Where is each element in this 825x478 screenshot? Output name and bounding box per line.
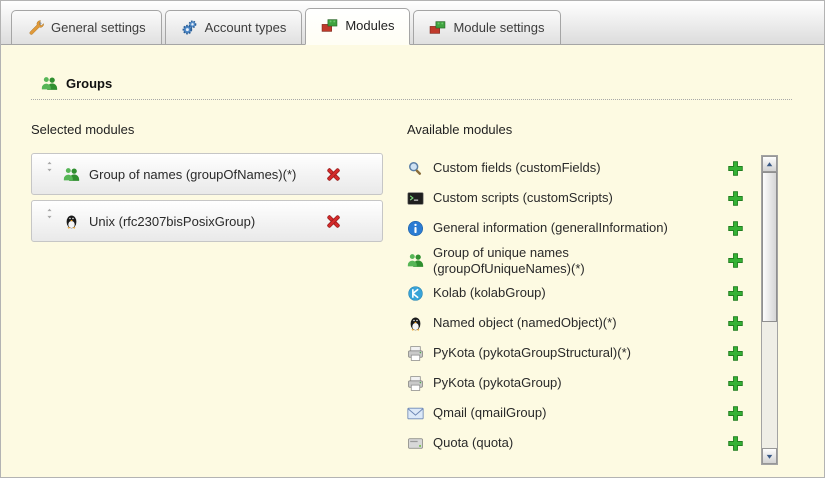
selected-modules-heading: Selected modules: [31, 122, 383, 137]
selected-module-unix[interactable]: Unix (rfc2307bisPosixGroup): [31, 200, 383, 242]
selected-module-label: Group of names (groupOfNames)(*): [89, 167, 325, 182]
lam-config-window: General settings Account types Modules: [0, 0, 825, 478]
add-module-icon[interactable]: [727, 315, 744, 332]
available-module-custom-fields: Custom fields (customFields): [407, 153, 750, 183]
tux-icon: [63, 213, 80, 230]
add-module-icon[interactable]: [727, 220, 744, 237]
available-modules-list: Custom fields (customFields) Cu: [407, 153, 750, 458]
selected-module-label: Unix (rfc2307bisPosixGroup): [89, 214, 325, 229]
groups-section-header: Groups: [31, 75, 792, 100]
available-modules-heading: Available modules: [407, 122, 792, 137]
available-module-label: Custom scripts (customScripts): [433, 190, 727, 206]
available-module-label: Group of unique names (groupOfUniqueName…: [433, 245, 727, 276]
scrollbar-track[interactable]: [761, 155, 778, 465]
available-module-label: Named object (namedObject)(*): [433, 315, 727, 331]
available-module-label: PyKota (pykotaGroup): [433, 375, 727, 391]
kolab-icon: [407, 285, 424, 302]
add-module-icon[interactable]: [727, 375, 744, 392]
tab-general-settings[interactable]: General settings: [11, 10, 162, 44]
selected-module-group-of-names[interactable]: Group of names (groupOfNames)(*): [31, 153, 383, 195]
scrollbar-thumb[interactable]: [762, 172, 777, 322]
add-module-icon[interactable]: [727, 405, 744, 422]
terminal-icon: [407, 190, 424, 207]
available-module-pykota-structural: PyKota (pykotaGroupStructural)(*): [407, 338, 750, 368]
available-module-group-of-unique-names: Group of unique names (groupOfUniqueName…: [407, 243, 750, 278]
page-title: Groups: [66, 76, 112, 91]
add-module-icon[interactable]: [727, 190, 744, 207]
remove-module-icon[interactable]: [325, 213, 342, 230]
available-module-pykota: PyKota (pykotaGroup): [407, 368, 750, 398]
tab-module-settings[interactable]: Module settings: [413, 10, 560, 44]
available-module-custom-scripts: Custom scripts (customScripts): [407, 183, 750, 213]
harddrive-icon: [407, 435, 424, 452]
tab-account-types[interactable]: Account types: [165, 10, 303, 44]
scrollbar-down-button[interactable]: [762, 448, 777, 464]
tab-label: Account types: [205, 20, 287, 35]
drag-handle-icon[interactable]: [44, 160, 55, 173]
available-module-general-information: General information (generalInformation): [407, 213, 750, 243]
add-module-icon[interactable]: [727, 252, 744, 269]
tab-bar: General settings Account types Modules: [1, 1, 824, 45]
available-module-label: Custom fields (customFields): [433, 160, 727, 176]
remove-module-icon[interactable]: [325, 166, 342, 183]
modules-columns: Selected modules Group of names (groupOf…: [31, 122, 792, 465]
available-module-quota: Quota (quota): [407, 428, 750, 458]
available-module-qmail: Qmail (qmailGroup): [407, 398, 750, 428]
tab-label: Module settings: [453, 20, 544, 35]
tab-modules[interactable]: Modules: [305, 8, 410, 45]
selected-modules-column: Selected modules Group of names (groupOf…: [31, 122, 383, 465]
available-module-label: General information (generalInformation): [433, 220, 727, 236]
available-module-label: Kolab (kolabGroup): [433, 285, 727, 301]
tools-icon: [27, 19, 44, 36]
modules-icon: [429, 19, 446, 36]
printer-icon: [407, 345, 424, 362]
tab-label: General settings: [51, 20, 146, 35]
group-icon: [41, 75, 58, 92]
group-icon: [63, 166, 80, 183]
content-panel: Groups Selected modules Group of name: [1, 45, 824, 477]
available-module-named-object: Named object (namedObject)(*): [407, 308, 750, 338]
group-icon: [407, 252, 424, 269]
arrow-up-icon: [765, 160, 774, 169]
mail-icon: [407, 405, 424, 422]
tab-label: Modules: [345, 18, 394, 33]
add-module-icon[interactable]: [727, 285, 744, 302]
add-module-icon[interactable]: [727, 160, 744, 177]
info-icon: [407, 220, 424, 237]
magnifier-icon: [407, 160, 424, 177]
available-module-label: Qmail (qmailGroup): [433, 405, 727, 421]
available-module-label: Quota (quota): [433, 435, 727, 451]
printer-icon: [407, 375, 424, 392]
available-module-kolab: Kolab (kolabGroup): [407, 278, 750, 308]
tux-icon: [407, 315, 424, 332]
add-module-icon[interactable]: [727, 345, 744, 362]
available-modules-column: Available modules Custom fields (customF…: [407, 122, 792, 465]
drag-handle-icon[interactable]: [44, 207, 55, 220]
available-modules-scrollarea: Custom fields (customFields) Cu: [407, 153, 778, 465]
gears-icon: [181, 19, 198, 36]
scrollbar-up-button[interactable]: [762, 156, 777, 172]
modules-icon: [321, 17, 338, 34]
add-module-icon[interactable]: [727, 435, 744, 452]
available-module-label: PyKota (pykotaGroupStructural)(*): [433, 345, 727, 361]
arrow-down-icon: [765, 452, 774, 461]
